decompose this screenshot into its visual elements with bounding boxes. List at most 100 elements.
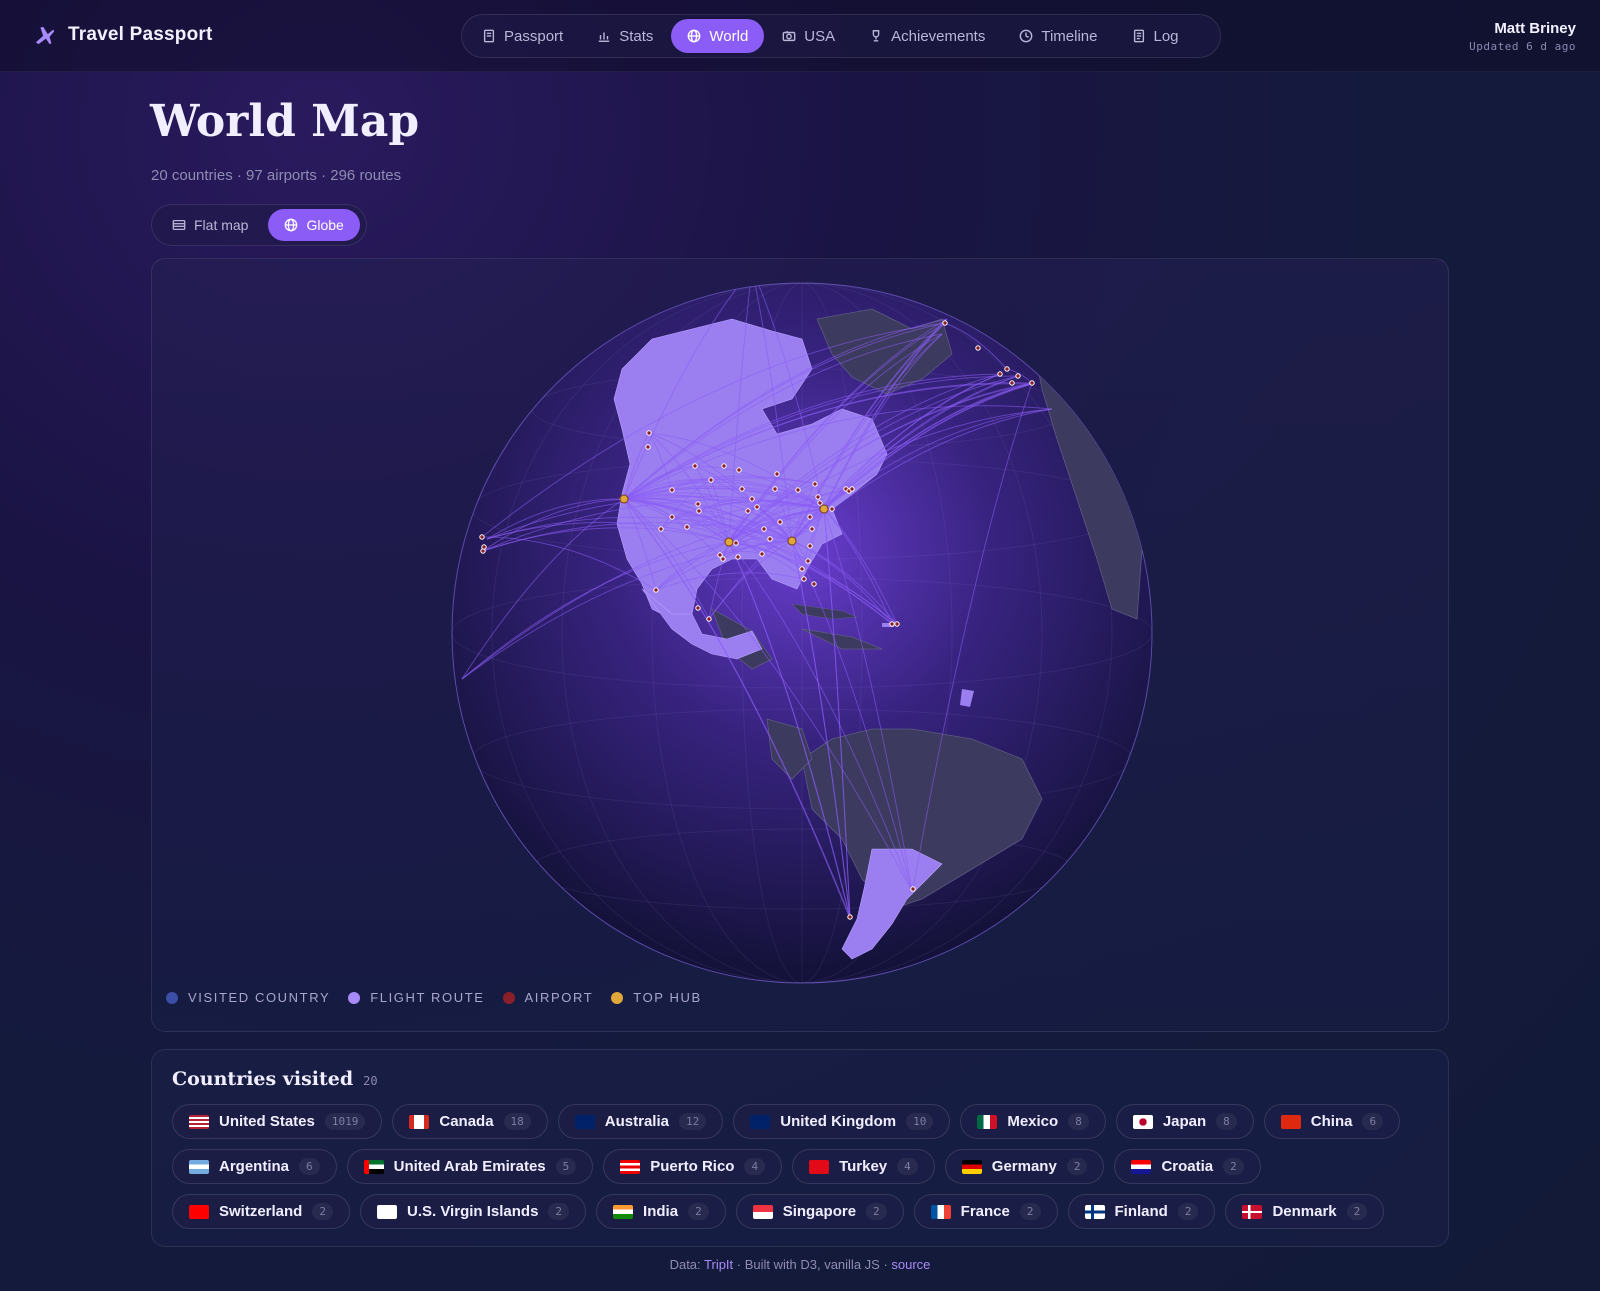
country-name: Germany — [991, 1158, 1057, 1175]
airport-marker[interactable] — [889, 621, 895, 627]
airport-marker[interactable] — [761, 526, 767, 532]
country-chip[interactable]: Japan 8 — [1115, 1104, 1254, 1139]
airport-marker[interactable] — [910, 886, 916, 892]
airport-marker[interactable] — [809, 526, 815, 532]
airport-marker[interactable] — [811, 581, 817, 587]
airport-marker[interactable] — [684, 524, 690, 530]
airport-marker[interactable] — [799, 566, 805, 572]
airport-marker[interactable] — [645, 444, 651, 450]
nav-achievements[interactable]: Achievements — [853, 19, 1001, 53]
airport-marker[interactable] — [805, 558, 811, 564]
nav-log[interactable]: Log — [1116, 19, 1195, 53]
brand[interactable]: Travel Passport — [34, 24, 213, 46]
airport-marker[interactable] — [847, 914, 853, 920]
globe-map[interactable] — [152, 259, 1449, 1032]
airport-marker[interactable] — [733, 540, 739, 546]
airport-marker[interactable] — [1029, 380, 1035, 386]
airport-marker[interactable] — [721, 463, 727, 469]
airport-marker[interactable] — [772, 486, 778, 492]
airport-marker[interactable] — [669, 487, 675, 493]
airport-marker[interactable] — [754, 504, 760, 510]
country-chip[interactable]: Singapore 2 — [735, 1194, 904, 1229]
flat-map-button[interactable]: Flat map — [156, 209, 264, 241]
airport-marker[interactable] — [894, 621, 900, 627]
airport-marker[interactable] — [1009, 380, 1015, 386]
flag-mx-icon — [977, 1114, 998, 1129]
nav-label: Timeline — [1041, 27, 1098, 45]
country-chip[interactable]: China 6 — [1263, 1104, 1401, 1139]
nav-usa[interactable]: USA — [766, 19, 851, 53]
nav-passport[interactable]: Passport — [466, 19, 579, 53]
country-chip[interactable]: Canada 18 — [392, 1104, 548, 1139]
top-hub-marker[interactable] — [787, 536, 797, 546]
airport-marker[interactable] — [717, 552, 723, 558]
source-link[interactable]: source — [891, 1257, 930, 1272]
airport-marker[interactable] — [801, 576, 807, 582]
nav-stats[interactable]: Stats — [581, 19, 669, 53]
airport-marker[interactable] — [1015, 373, 1021, 379]
country-chip[interactable]: Germany 2 — [944, 1149, 1105, 1184]
airport-marker[interactable] — [653, 587, 659, 593]
airport-marker[interactable] — [997, 371, 1003, 377]
legend-item: VISITED COUNTRY — [166, 990, 330, 1005]
airport-marker[interactable] — [749, 496, 755, 502]
airport-marker[interactable] — [658, 526, 664, 532]
tripit-link[interactable]: TripIt — [704, 1257, 733, 1272]
flat-map-label: Flat map — [194, 217, 249, 233]
globe-button[interactable]: Globe — [268, 209, 360, 241]
country-chip[interactable]: United Arab Emirates 5 — [346, 1149, 594, 1184]
airport-marker[interactable] — [479, 534, 485, 540]
airport-marker[interactable] — [739, 486, 745, 492]
airport-marker[interactable] — [759, 551, 765, 557]
airport-marker[interactable] — [669, 514, 675, 520]
airport-marker[interactable] — [975, 345, 981, 351]
airport-marker[interactable] — [735, 554, 741, 560]
country-chip[interactable]: Switzerland 2 — [172, 1194, 350, 1229]
country-chip[interactable]: U.S. Virgin Islands 2 — [359, 1194, 587, 1229]
airport-marker[interactable] — [942, 320, 948, 326]
view-toggle: Flat map Globe — [151, 204, 367, 246]
airport-marker[interactable] — [812, 481, 818, 487]
airport-marker[interactable] — [777, 519, 783, 525]
airport-marker[interactable] — [695, 501, 701, 507]
top-hub-marker[interactable] — [724, 537, 734, 547]
country-chip[interactable]: Finland 2 — [1067, 1194, 1216, 1229]
country-chip[interactable]: United Kingdom 10 — [733, 1104, 951, 1139]
airport-marker[interactable] — [745, 508, 751, 514]
airport-marker[interactable] — [696, 508, 702, 514]
top-hub-marker[interactable] — [819, 504, 829, 514]
airport-marker[interactable] — [695, 605, 701, 611]
country-chip[interactable]: Argentina 6 — [172, 1149, 337, 1184]
country-chip[interactable]: Croatia 2 — [1114, 1149, 1261, 1184]
airport-marker[interactable] — [646, 430, 652, 436]
country-chip[interactable]: Mexico 8 — [960, 1104, 1106, 1139]
country-chip[interactable]: United States 1019 — [172, 1104, 383, 1139]
airport-marker[interactable] — [481, 544, 487, 550]
airport-marker[interactable] — [767, 536, 773, 542]
airport-marker[interactable] — [692, 463, 698, 469]
nav-world[interactable]: World — [671, 19, 765, 53]
airport-marker[interactable] — [708, 477, 714, 483]
airport-marker[interactable] — [807, 543, 813, 549]
airport-marker[interactable] — [817, 500, 823, 506]
country-chip[interactable]: India 2 — [596, 1194, 726, 1229]
airport-marker[interactable] — [774, 471, 780, 477]
country-chip[interactable]: Turkey 4 — [792, 1149, 935, 1184]
airport-marker[interactable] — [706, 616, 712, 622]
airport-marker[interactable] — [829, 506, 835, 512]
airport-marker[interactable] — [849, 486, 855, 492]
country-chip[interactable]: Australia 12 — [557, 1104, 724, 1139]
airport-marker[interactable] — [815, 494, 821, 500]
country-chip[interactable]: France 2 — [913, 1194, 1058, 1229]
country-chip[interactable]: Puerto Rico 4 — [603, 1149, 783, 1184]
flag-ae-icon — [363, 1159, 384, 1174]
country-chip[interactable]: Denmark 2 — [1225, 1194, 1385, 1229]
airport-marker[interactable] — [720, 556, 726, 562]
nav-timeline[interactable]: Timeline — [1003, 19, 1113, 53]
airport-marker[interactable] — [736, 467, 742, 473]
airport-marker[interactable] — [807, 514, 813, 520]
top-hub-marker[interactable] — [619, 494, 629, 504]
flag-hr-icon — [1131, 1159, 1152, 1174]
airport-marker[interactable] — [1004, 366, 1010, 372]
airport-marker[interactable] — [795, 487, 801, 493]
